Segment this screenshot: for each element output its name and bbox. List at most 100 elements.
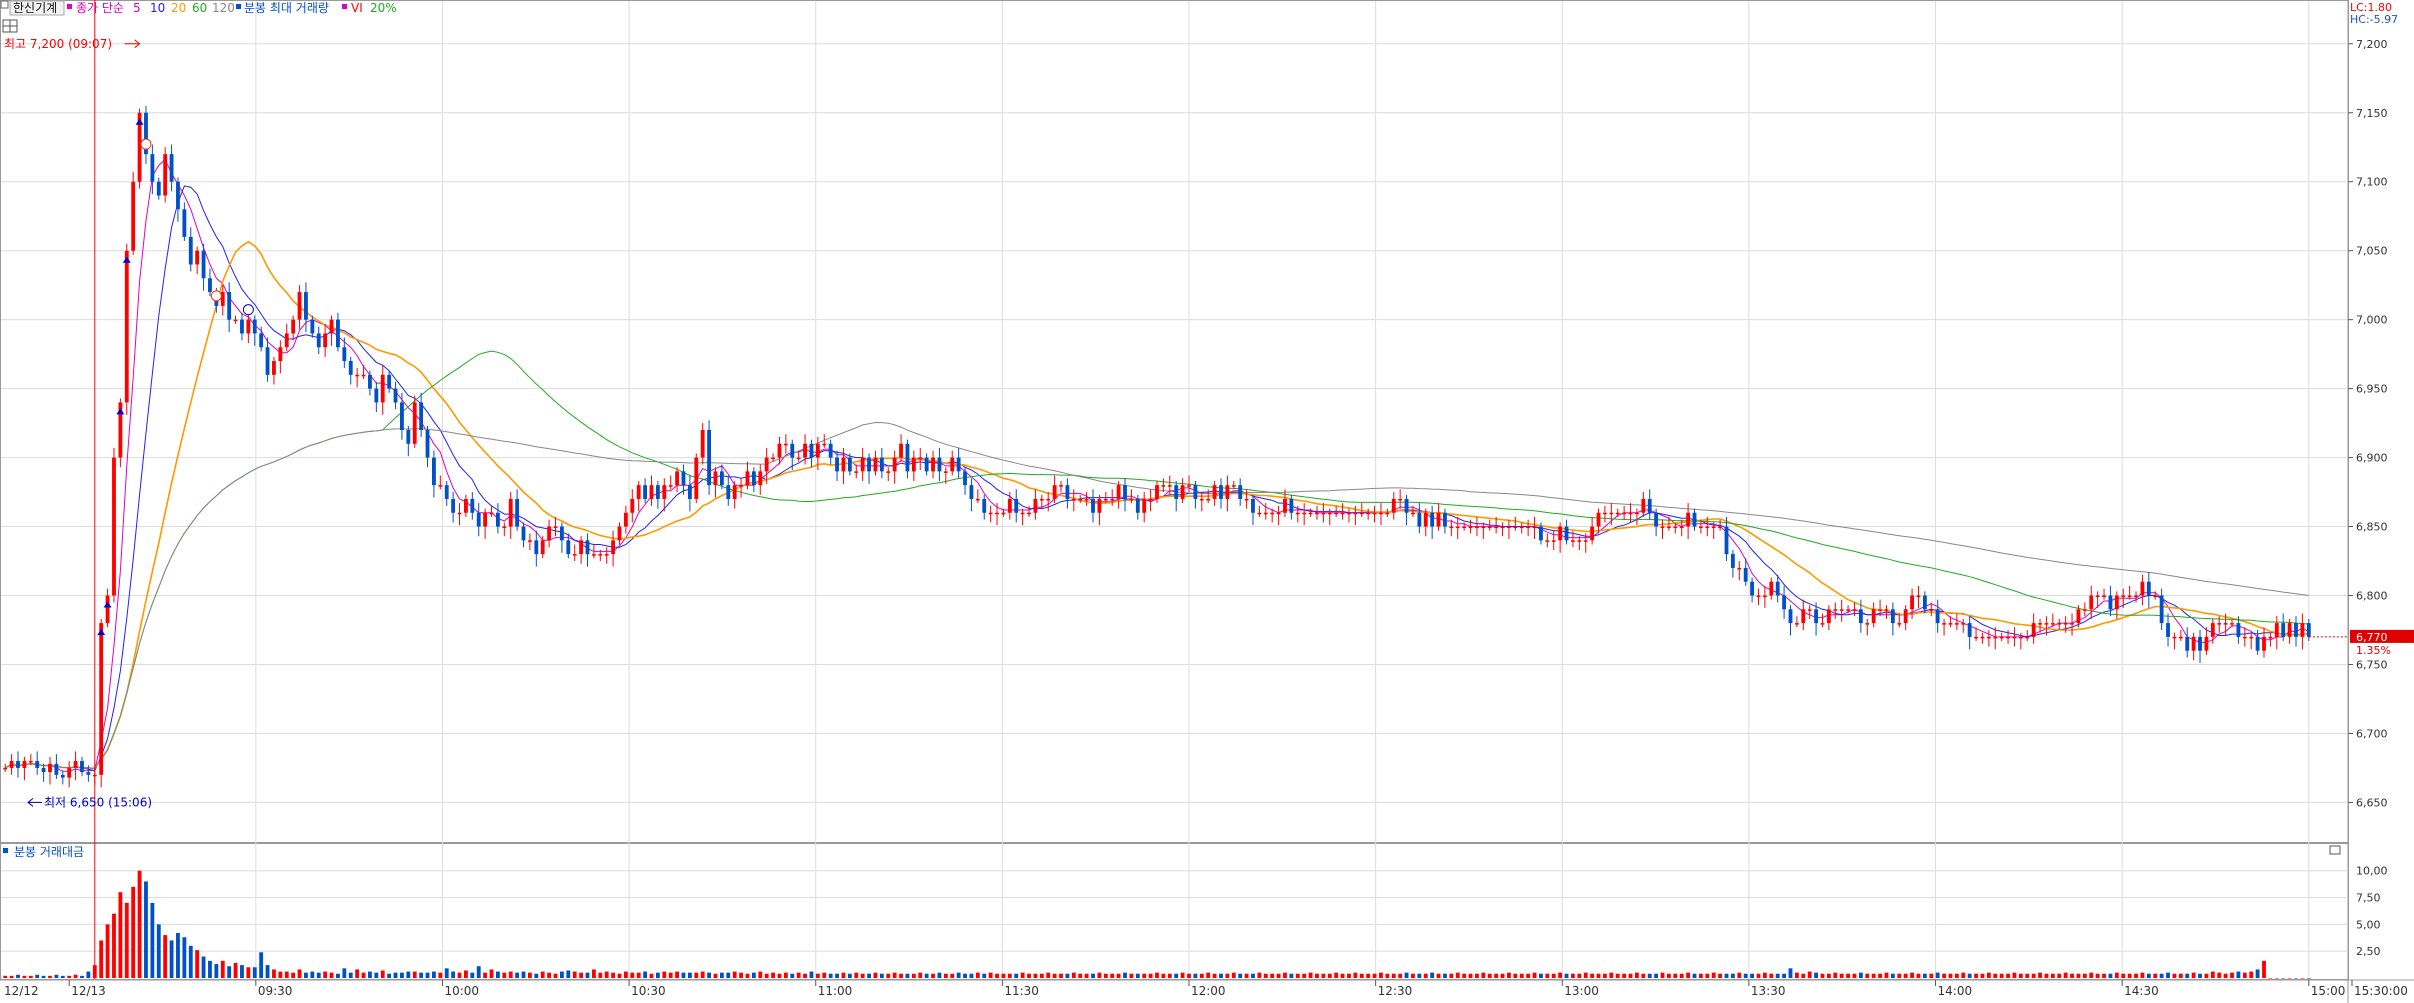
candle-body <box>201 250 206 279</box>
volume-bar <box>956 972 961 978</box>
toolbar-checkbox-icon[interactable] <box>0 0 9 9</box>
volume-bar <box>604 971 609 978</box>
candle-body <box>886 471 891 473</box>
volume-bar <box>1513 973 1518 978</box>
volume-panel-title[interactable]: 분봉 거래대금 <box>14 845 84 859</box>
volume-legend-marker-icon <box>236 4 241 9</box>
volume-bar <box>527 972 532 978</box>
volume-bar <box>1295 973 1300 978</box>
candle-body <box>1033 498 1038 513</box>
time-tick-label: 10:00 <box>444 984 479 998</box>
price-tick-label: 6,900 <box>2356 452 2388 465</box>
volume-bar <box>2262 960 2266 978</box>
candle-body <box>611 540 616 555</box>
volume-bar <box>835 973 839 978</box>
candle-body <box>495 512 500 527</box>
candle-body <box>1199 498 1204 501</box>
candle-body <box>1571 540 1575 542</box>
price-legend-label[interactable]: 종가 단순 <box>76 1 124 15</box>
candle-body <box>1967 623 1972 637</box>
candle-body <box>2121 595 2126 598</box>
candle-body <box>323 333 328 348</box>
candle-body <box>1193 485 1198 499</box>
buy-signal-circle-marker <box>210 290 222 302</box>
time-tick-label: 12:30 <box>1378 984 1413 998</box>
candle-body <box>828 443 833 458</box>
candle-body <box>1231 485 1236 487</box>
panel-maximize-icon[interactable] <box>2329 845 2341 855</box>
time-tick-label: 13:00 <box>1564 984 1599 998</box>
volume-bar <box>2134 973 2138 978</box>
volume-bar <box>380 970 385 978</box>
volume-bar <box>515 972 520 978</box>
volume-bar <box>1212 973 1217 978</box>
volume-bar <box>1558 972 1563 978</box>
volume-bar <box>304 972 308 978</box>
candle-body <box>2223 623 2228 625</box>
candle-body <box>1161 485 1166 487</box>
volume-bar <box>1692 973 1697 978</box>
candle-body <box>1615 512 1620 515</box>
volume-bar <box>144 881 148 978</box>
volume-bar <box>1590 973 1595 978</box>
candle-body <box>1922 595 1927 610</box>
candle-body <box>329 319 334 334</box>
candle-body <box>150 154 155 182</box>
volume-bar <box>662 971 667 978</box>
vi-legend-label[interactable]: VI <box>351 1 363 15</box>
time-tick-label: 11:30 <box>1004 984 1039 998</box>
volume-bar <box>252 967 257 978</box>
price-tick-label: 6,800 <box>2356 590 2388 603</box>
max-volume-legend-label[interactable]: 분봉 최대 거래량 <box>244 1 329 15</box>
volume-bar <box>1865 973 1870 978</box>
volume-bar <box>438 972 443 978</box>
volume-bar <box>649 973 654 978</box>
candle-body <box>1558 526 1563 541</box>
candle-body <box>1986 636 1991 639</box>
ma10-legend-label[interactable]: 10 <box>150 1 165 15</box>
candle-body <box>636 485 641 499</box>
candle-body <box>1878 609 1882 611</box>
volume-bar <box>566 970 571 978</box>
volume-bar <box>1583 972 1588 978</box>
stock-chart[interactable]: 6,650 6,700 6,750 6,800 6,850 6,900 6,950 7,000… <box>0 0 2414 1003</box>
volume-bar <box>995 973 999 978</box>
volume-bar <box>675 971 680 978</box>
volume-bar <box>227 966 232 978</box>
candle-body <box>2102 595 2106 598</box>
volume-bar <box>1500 973 1505 978</box>
candle-body <box>835 457 839 472</box>
volume-bar <box>617 973 622 978</box>
candle-body <box>73 761 78 768</box>
candle-body <box>1219 485 1223 499</box>
volume-bar <box>2236 971 2241 978</box>
chart-canvas[interactable]: 6,650 6,700 6,750 6,800 6,850 6,900 6,950 7,000… <box>0 0 2414 1003</box>
candle-body <box>2134 595 2138 598</box>
candle-body <box>758 471 763 486</box>
candle-body <box>400 402 404 430</box>
ma20-legend-label[interactable]: 20 <box>171 1 186 15</box>
volume-bar <box>329 972 334 978</box>
candle-body <box>1238 485 1243 499</box>
volume-bar <box>310 971 315 978</box>
candle-body <box>617 526 622 541</box>
candle-body <box>188 236 193 265</box>
volume-tick-label: 10,00 <box>2356 865 2388 878</box>
volume-bar <box>2089 972 2094 978</box>
candle-body <box>182 209 187 237</box>
volume-bar <box>687 972 692 978</box>
candle-body <box>1686 512 1691 527</box>
candle-body <box>1430 512 1435 527</box>
ma5-legend-label[interactable]: 5 <box>133 1 141 15</box>
volume-bar <box>1507 972 1511 978</box>
ma60-legend-label[interactable]: 60 <box>192 1 207 15</box>
volume-bar <box>2082 973 2087 978</box>
volume-bar <box>2287 978 2292 979</box>
volume-bar <box>1942 973 1946 978</box>
volume-bar <box>2242 972 2247 978</box>
volume-bar <box>1302 973 1307 978</box>
candle-body <box>1251 498 1255 513</box>
ma120-legend-label[interactable]: 120 <box>212 1 235 15</box>
candle-body <box>1948 623 1953 625</box>
candle-body <box>860 457 865 472</box>
